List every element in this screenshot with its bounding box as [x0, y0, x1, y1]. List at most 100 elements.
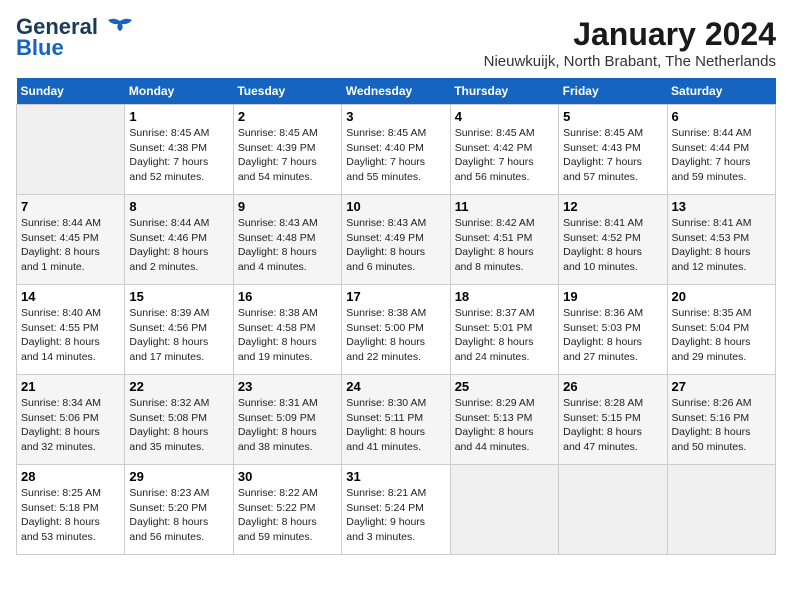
day-number: 29 — [129, 469, 228, 484]
day-info: Sunrise: 8:41 AMSunset: 4:52 PMDaylight:… — [563, 216, 662, 275]
day-number: 6 — [672, 109, 771, 124]
day-info: Sunrise: 8:43 AMSunset: 4:48 PMDaylight:… — [238, 216, 337, 275]
calendar-cell — [559, 465, 667, 555]
day-info: Sunrise: 8:45 AMSunset: 4:40 PMDaylight:… — [346, 126, 445, 185]
day-info: Sunrise: 8:42 AMSunset: 4:51 PMDaylight:… — [455, 216, 554, 275]
calendar-cell: 28 Sunrise: 8:25 AMSunset: 5:18 PMDayligh… — [17, 465, 125, 555]
col-wednesday: Wednesday — [342, 78, 450, 105]
day-info: Sunrise: 8:25 AMSunset: 5:18 PMDaylight:… — [21, 486, 120, 545]
calendar-cell: 21Sunrise: 8:34 AMSunset: 5:06 PMDayligh… — [17, 375, 125, 465]
logo-bird-icon — [106, 17, 134, 39]
calendar-cell: 5 Sunrise: 8:45 AMSunset: 4:43 PMDaylight… — [559, 105, 667, 195]
logo: General Blue — [16, 16, 134, 59]
day-info: Sunrise: 8:23 AMSunset: 5:20 PMDaylight:… — [129, 486, 228, 545]
day-number: 7 — [21, 199, 120, 214]
day-number: 12 — [563, 199, 662, 214]
title-block: January 2024 Nieuwkuijk, North Brabant, … — [484, 16, 776, 70]
day-info: Sunrise: 8:39 AMSunset: 4:56 PMDaylight:… — [129, 306, 228, 365]
col-monday: Monday — [125, 78, 233, 105]
calendar-cell: 2 Sunrise: 8:45 AMSunset: 4:39 PMDaylight… — [233, 105, 341, 195]
day-info: Sunrise: 8:35 AMSunset: 5:04 PMDaylight:… — [672, 306, 771, 365]
day-info: Sunrise: 8:45 AMSunset: 4:42 PMDaylight:… — [455, 126, 554, 185]
calendar-header: Sunday Monday Tuesday Wednesday Thursday… — [17, 78, 776, 105]
day-info: Sunrise: 8:44 AMSunset: 4:44 PMDaylight:… — [672, 126, 771, 185]
calendar-cell — [17, 105, 125, 195]
logo-bottom: Blue — [16, 37, 64, 59]
calendar-cell: 31 Sunrise: 8:21 AMSunset: 5:24 PMDayligh… — [342, 465, 450, 555]
day-number: 19 — [563, 289, 662, 304]
day-info: Sunrise: 8:45 AMSunset: 4:39 PMDaylight:… — [238, 126, 337, 185]
calendar-cell: 26 Sunrise: 8:28 AMSunset: 5:15 PMDayligh… — [559, 375, 667, 465]
day-number: 1 — [129, 109, 228, 124]
calendar-cell: 16 Sunrise: 8:38 AMSunset: 4:58 PMDayligh… — [233, 285, 341, 375]
day-info: Sunrise: 8:22 AMSunset: 5:22 PMDaylight:… — [238, 486, 337, 545]
day-number: 18 — [455, 289, 554, 304]
week-row-5: 28 Sunrise: 8:25 AMSunset: 5:18 PMDayligh… — [17, 465, 776, 555]
col-saturday: Saturday — [667, 78, 775, 105]
calendar-body: 1 Sunrise: 8:45 AMSunset: 4:38 PMDaylight… — [17, 105, 776, 555]
day-info: Sunrise: 8:38 AMSunset: 4:58 PMDaylight:… — [238, 306, 337, 365]
day-info: Sunrise: 8:44 AMSunset: 4:45 PMDaylight:… — [21, 216, 120, 275]
day-number: 17 — [346, 289, 445, 304]
week-row-2: 7 Sunrise: 8:44 AMSunset: 4:45 PMDaylight… — [17, 195, 776, 285]
calendar-cell: 6 Sunrise: 8:44 AMSunset: 4:44 PMDaylight… — [667, 105, 775, 195]
day-number: 25 — [455, 379, 554, 394]
calendar-cell: 29 Sunrise: 8:23 AMSunset: 5:20 PMDayligh… — [125, 465, 233, 555]
day-number: 20 — [672, 289, 771, 304]
calendar-cell: 7 Sunrise: 8:44 AMSunset: 4:45 PMDaylight… — [17, 195, 125, 285]
calendar-cell: 19 Sunrise: 8:36 AMSunset: 5:03 PMDayligh… — [559, 285, 667, 375]
day-info: Sunrise: 8:26 AMSunset: 5:16 PMDaylight:… — [672, 396, 771, 455]
calendar-cell: 10 Sunrise: 8:43 AMSunset: 4:49 PMDayligh… — [342, 195, 450, 285]
day-number: 27 — [672, 379, 771, 394]
col-friday: Friday — [559, 78, 667, 105]
calendar-cell: 3Sunrise: 8:45 AMSunset: 4:40 PMDaylight… — [342, 105, 450, 195]
day-number: 5 — [563, 109, 662, 124]
calendar-cell — [450, 465, 558, 555]
day-info: Sunrise: 8:45 AMSunset: 4:43 PMDaylight:… — [563, 126, 662, 185]
day-info: Sunrise: 8:40 AMSunset: 4:55 PMDaylight:… — [21, 306, 120, 365]
day-info: Sunrise: 8:41 AMSunset: 4:53 PMDaylight:… — [672, 216, 771, 275]
day-info: Sunrise: 8:38 AMSunset: 5:00 PMDaylight:… — [346, 306, 445, 365]
day-number: 31 — [346, 469, 445, 484]
day-info: Sunrise: 8:43 AMSunset: 4:49 PMDaylight:… — [346, 216, 445, 275]
calendar-cell: 17 Sunrise: 8:38 AMSunset: 5:00 PMDayligh… — [342, 285, 450, 375]
calendar-cell: 15 Sunrise: 8:39 AMSunset: 4:56 PMDayligh… — [125, 285, 233, 375]
day-number: 16 — [238, 289, 337, 304]
calendar-cell — [667, 465, 775, 555]
day-number: 24 — [346, 379, 445, 394]
day-number: 11 — [455, 199, 554, 214]
day-number: 15 — [129, 289, 228, 304]
calendar-cell: 12 Sunrise: 8:41 AMSunset: 4:52 PMDayligh… — [559, 195, 667, 285]
day-number: 30 — [238, 469, 337, 484]
day-number: 26 — [563, 379, 662, 394]
calendar-cell: 8 Sunrise: 8:44 AMSunset: 4:46 PMDaylight… — [125, 195, 233, 285]
day-info: Sunrise: 8:45 AMSunset: 4:38 PMDaylight:… — [129, 126, 228, 185]
day-number: 13 — [672, 199, 771, 214]
day-number: 2 — [238, 109, 337, 124]
week-row-4: 21Sunrise: 8:34 AMSunset: 5:06 PMDayligh… — [17, 375, 776, 465]
calendar-cell: 24Sunrise: 8:30 AMSunset: 5:11 PMDayligh… — [342, 375, 450, 465]
day-number: 10 — [346, 199, 445, 214]
day-number: 14 — [21, 289, 120, 304]
day-number: 8 — [129, 199, 228, 214]
calendar-cell: 18 Sunrise: 8:37 AMSunset: 5:01 PMDayligh… — [450, 285, 558, 375]
day-info: Sunrise: 8:36 AMSunset: 5:03 PMDaylight:… — [563, 306, 662, 365]
calendar-cell: 23Sunrise: 8:31 AMSunset: 5:09 PMDayligh… — [233, 375, 341, 465]
col-tuesday: Tuesday — [233, 78, 341, 105]
calendar-cell: 25Sunrise: 8:29 AMSunset: 5:13 PMDayligh… — [450, 375, 558, 465]
day-info: Sunrise: 8:21 AMSunset: 5:24 PMDaylight:… — [346, 486, 445, 545]
day-number: 9 — [238, 199, 337, 214]
day-number: 22 — [129, 379, 228, 394]
day-info: Sunrise: 8:37 AMSunset: 5:01 PMDaylight:… — [455, 306, 554, 365]
day-info: Sunrise: 8:44 AMSunset: 4:46 PMDaylight:… — [129, 216, 228, 275]
week-row-1: 1 Sunrise: 8:45 AMSunset: 4:38 PMDaylight… — [17, 105, 776, 195]
day-number: 28 — [21, 469, 120, 484]
calendar-cell: 30 Sunrise: 8:22 AMSunset: 5:22 PMDayligh… — [233, 465, 341, 555]
day-info: Sunrise: 8:28 AMSunset: 5:15 PMDaylight:… — [563, 396, 662, 455]
calendar-cell: 9 Sunrise: 8:43 AMSunset: 4:48 PMDaylight… — [233, 195, 341, 285]
day-number: 23 — [238, 379, 337, 394]
calendar-cell: 4Sunrise: 8:45 AMSunset: 4:42 PMDaylight… — [450, 105, 558, 195]
calendar-cell: 27 Sunrise: 8:26 AMSunset: 5:16 PMDayligh… — [667, 375, 775, 465]
header: General Blue January 2024 Nieuwkuijk, No… — [16, 16, 776, 70]
calendar-cell: 20 Sunrise: 8:35 AMSunset: 5:04 PMDayligh… — [667, 285, 775, 375]
